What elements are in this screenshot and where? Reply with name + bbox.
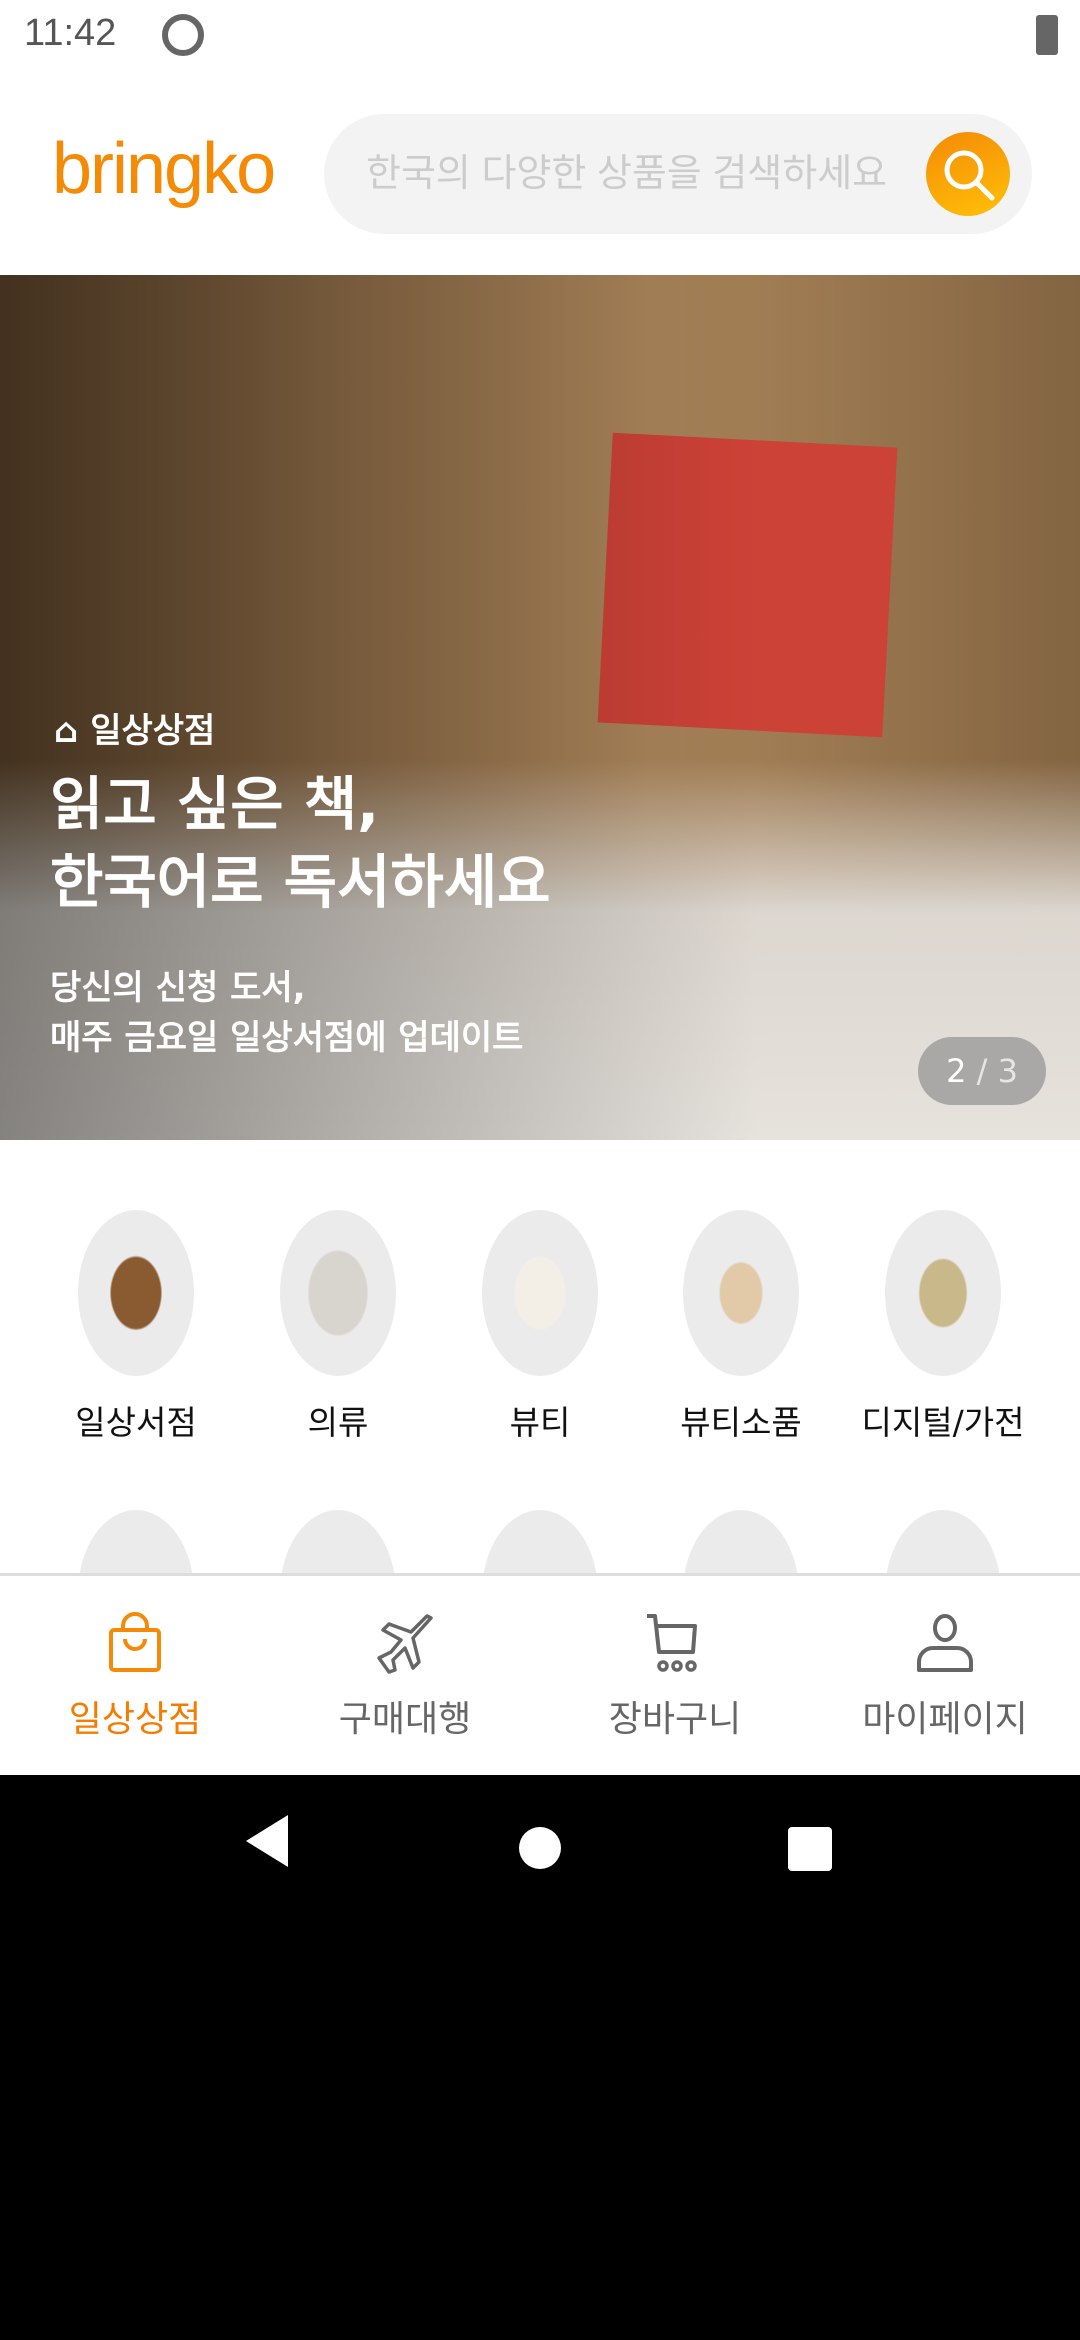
category-clothing[interactable]: 의류 [238, 1210, 438, 1444]
home-icon[interactable] [519, 1827, 561, 1869]
header: bringko [0, 110, 1080, 235]
nav-daily-shop[interactable]: 일상상점 [0, 1576, 270, 1775]
status-time: 11:42 [24, 12, 117, 54]
nav-cart[interactable]: 장바구니 [540, 1576, 810, 1775]
battery-charging-icon [1036, 15, 1058, 55]
banner-page-indicator: 2 / 3 [918, 1037, 1046, 1105]
search-icon [944, 150, 995, 201]
person-icon [917, 1614, 973, 1672]
search-button[interactable] [926, 132, 1010, 216]
category-beauty[interactable]: 뷰티 [440, 1210, 640, 1444]
nav-purchase-agency[interactable]: 구매대행 [270, 1576, 540, 1775]
cart-icon [647, 1614, 697, 1672]
search-input[interactable] [366, 114, 926, 234]
airplane-icon [377, 1614, 433, 1674]
bottom-nav: 일상상점 구매대행 장바구니 마이페이지 [0, 1573, 1080, 1775]
promo-banner[interactable]: ⌂ 일상상점 읽고 싶은 책, 한국어로 독서하세요 당신의 신청 도서, 매주… [0, 275, 1080, 1140]
nav-my-page[interactable]: 마이페이지 [810, 1576, 1080, 1775]
shopping-bag-icon [109, 1612, 161, 1672]
category-beauty-tools[interactable]: 뷰티소품 [641, 1210, 841, 1444]
system-nav-bar [0, 1775, 1080, 1915]
category-image [280, 1210, 396, 1376]
back-icon[interactable] [246, 1815, 288, 1867]
banner-subtitle: 당신의 신청 도서, 매주 금요일 일상서점에 업데이트 [50, 968, 524, 1058]
banner-tag: ⌂ 일상상점 [54, 711, 216, 751]
category-books[interactable]: 일상서점 [36, 1210, 236, 1444]
recents-icon[interactable] [788, 1827, 832, 1871]
category-image [683, 1210, 799, 1376]
category-image [885, 1210, 1001, 1376]
sync-icon [162, 14, 204, 56]
search-bar [324, 114, 1032, 234]
banner-title: 읽고 싶은 책, 한국어로 독서하세요 [50, 770, 551, 916]
shopping-bag-icon: ⌂ [54, 711, 79, 751]
category-image [482, 1210, 598, 1376]
status-bar: 11:42 [0, 0, 1080, 75]
category-image [78, 1210, 194, 1376]
app-screen: 11:42 bringko ⌂ 일상상점 읽고 싶은 책, 한국어로 독서하세요… [0, 0, 1080, 1775]
logo[interactable]: bringko [52, 128, 276, 210]
category-digital[interactable]: 디지털/가전 [843, 1210, 1043, 1444]
